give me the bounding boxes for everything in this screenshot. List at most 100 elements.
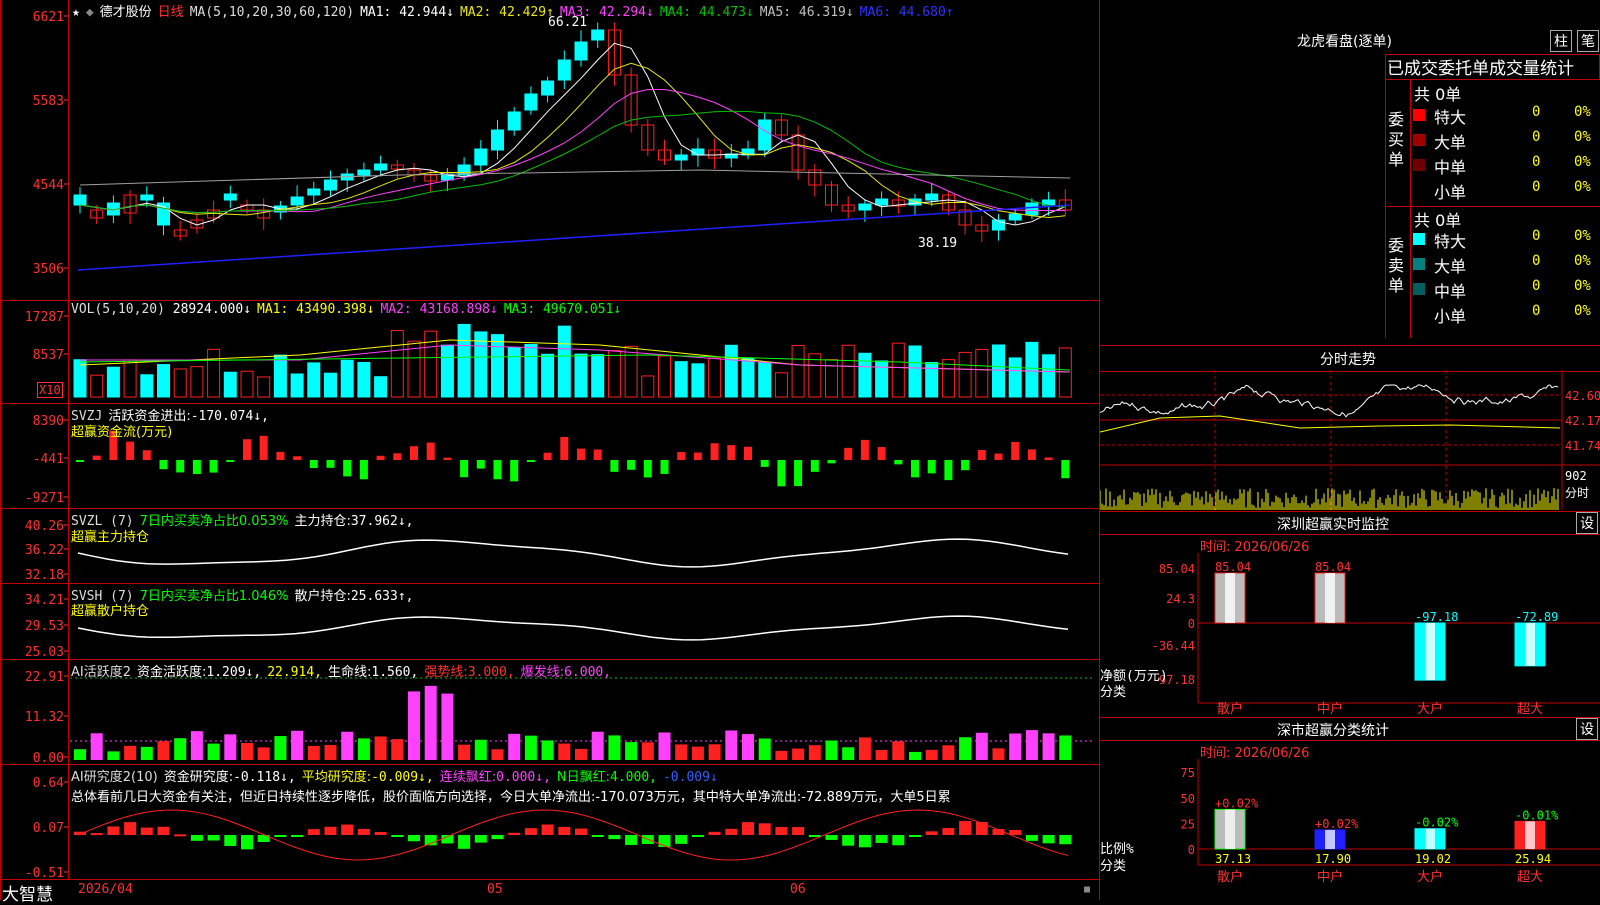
monitor-cat-label: 散户: [1217, 701, 1243, 715]
intraday-chart[interactable]: 42.60 42.17 41.74 902 分时: [1100, 370, 1600, 510]
research-bar: [691, 835, 704, 837]
monitor-bar[interactable]: [1414, 622, 1446, 681]
classify-cat-label: 中户: [1317, 869, 1343, 885]
fund-flow-bar: [994, 453, 1003, 460]
fund-flow-bar: [860, 439, 869, 460]
classify-change-label: +0.02%: [1315, 817, 1359, 831]
research-bar: [157, 826, 170, 835]
fund-flow-bar: [844, 447, 853, 460]
candle-body: [73, 194, 87, 206]
monitor-title: 深圳超赢实时监控: [1277, 517, 1389, 533]
classify-settings-button[interactable]: 设: [1576, 718, 1598, 740]
volume-bar: [106, 366, 120, 398]
fund-flow-bar: [126, 441, 135, 460]
candle-body: [524, 93, 538, 111]
classify-cat-label: 超大: [1517, 870, 1543, 885]
monitor-axis-label: 净额(万元): [1100, 669, 1168, 684]
row-count: 0: [1532, 278, 1541, 294]
classify-change-label: +0.02%: [1215, 796, 1259, 810]
volume-bar: [257, 376, 271, 398]
buy-total: 共 0单: [1414, 85, 1462, 104]
fund-flow-bar: [476, 460, 485, 469]
classify-chart[interactable]: 75 50 25 0 +0.02% 37.13 散户 +0.02% 17.90 中户 -0.02% 1…: [1100, 739, 1600, 900]
lock-icon[interactable]: ■: [1084, 884, 1090, 895]
stock-name[interactable]: 德才股份: [100, 5, 152, 20]
fund-flow-bar: [293, 456, 302, 460]
volume-bar: [641, 375, 655, 398]
research-bar: [224, 835, 237, 846]
candle-body: [357, 169, 371, 176]
ai-activity-bar: [959, 737, 972, 760]
research-bar: [241, 835, 253, 850]
fund-flow-bar: [560, 436, 569, 460]
fund-flow-bar: [944, 460, 953, 481]
classify-bar[interactable]: [1214, 808, 1246, 850]
row-pct: 0%: [1574, 104, 1591, 120]
right-panel: 龙虎看盘(逐单) 柱 笔 已成交委托单成交量统计 委买单 委卖单 共 0单 共 …: [1100, 0, 1600, 900]
research-bar: [324, 826, 337, 835]
period-label[interactable]: 日线: [158, 5, 184, 20]
fund-flow-bar: [777, 460, 786, 487]
ai-activity-bar: [157, 741, 170, 760]
monitor-chart[interactable]: 85.0424.30-36.44-97.1885.04散户85.04中户-97.…: [1100, 533, 1600, 715]
ai-activity-bar: [307, 745, 320, 760]
monitor-bar[interactable]: [1314, 572, 1346, 624]
monitor-cat-label: 超大: [1517, 702, 1543, 715]
classify-bar[interactable]: [1314, 829, 1346, 850]
volume-bar: [123, 359, 137, 398]
classify-bar[interactable]: [1414, 828, 1446, 850]
price-tick: 3506: [33, 262, 64, 277]
row-count: 0: [1532, 228, 1541, 244]
row-pct: 0%: [1574, 228, 1591, 244]
research-bar: [808, 835, 821, 838]
volume-bar: [958, 351, 972, 398]
ai-activity-bar: [140, 746, 153, 760]
vol-ma-value-1: MA1: 43490.398↓: [257, 302, 375, 317]
volume-bar: [324, 372, 337, 398]
x-axis-date: 2026/04: [78, 882, 133, 897]
research-bar: [725, 828, 738, 835]
tick-mode-button[interactable]: 笔: [1577, 30, 1599, 52]
monitor-cat-axis-label: 分类: [1100, 685, 1126, 700]
monitor-bar[interactable]: [1214, 572, 1246, 624]
ai-activity-bar: [441, 693, 454, 760]
fund-flow-bar: [577, 448, 585, 460]
monitor-settings-button[interactable]: 设: [1576, 512, 1598, 534]
candle-body: [223, 193, 237, 201]
research-bar: [90, 833, 103, 836]
svzj-tick: 8390: [33, 414, 64, 429]
volume-bar: [1025, 341, 1039, 398]
classify-bar[interactable]: [1514, 820, 1546, 850]
fund-flow-bar: [276, 451, 285, 460]
monitor-bar[interactable]: [1514, 622, 1546, 667]
ai-activity-bar: [909, 751, 921, 760]
res-tick: -0.51: [25, 866, 64, 881]
volume-bar: [290, 373, 304, 398]
classify-value-label: 17.90: [1315, 852, 1351, 866]
vol-header: VOL(5,10,20) 28924.000↓ MA1: 43490.398↓ MA…: [71, 302, 633, 317]
research-bar: [708, 831, 721, 835]
research-bar: [541, 824, 554, 835]
ai-activity-bar: [224, 734, 237, 760]
volume-bar: [557, 325, 571, 398]
price-tick: 5583: [33, 94, 64, 109]
research-bar: [341, 824, 354, 835]
ai-activity-bar: [274, 736, 287, 760]
monitor-bar-label: 85.04: [1215, 560, 1251, 574]
bar-mode-button[interactable]: 柱: [1550, 30, 1572, 52]
ai-activity-bar: [758, 738, 771, 760]
main-chart-area[interactable]: 6621 5583 4544 3506 17287 8537 8390 -441 -9271 40…: [0, 0, 1100, 900]
fund-flow-bar: [376, 455, 385, 460]
dragon-row: 大单 0 0%: [1412, 129, 1600, 152]
ai-label: AI活跃度2: [71, 665, 131, 680]
vol-unit-badge[interactable]: X10: [37, 382, 63, 398]
legend-swatch: [1413, 233, 1425, 245]
fund-flow-bar: [677, 452, 686, 460]
star-icon[interactable]: ★: [72, 5, 80, 20]
vol-label: VOL(5,10,20): [71, 302, 165, 317]
fund-flow-bar: [443, 457, 452, 460]
volume-bar: [440, 344, 454, 398]
svzl-desc: 7日内买卖净占比0.053%: [139, 514, 289, 529]
ai-activity-bar: [291, 730, 304, 760]
ai-activity-bar: [374, 736, 387, 760]
